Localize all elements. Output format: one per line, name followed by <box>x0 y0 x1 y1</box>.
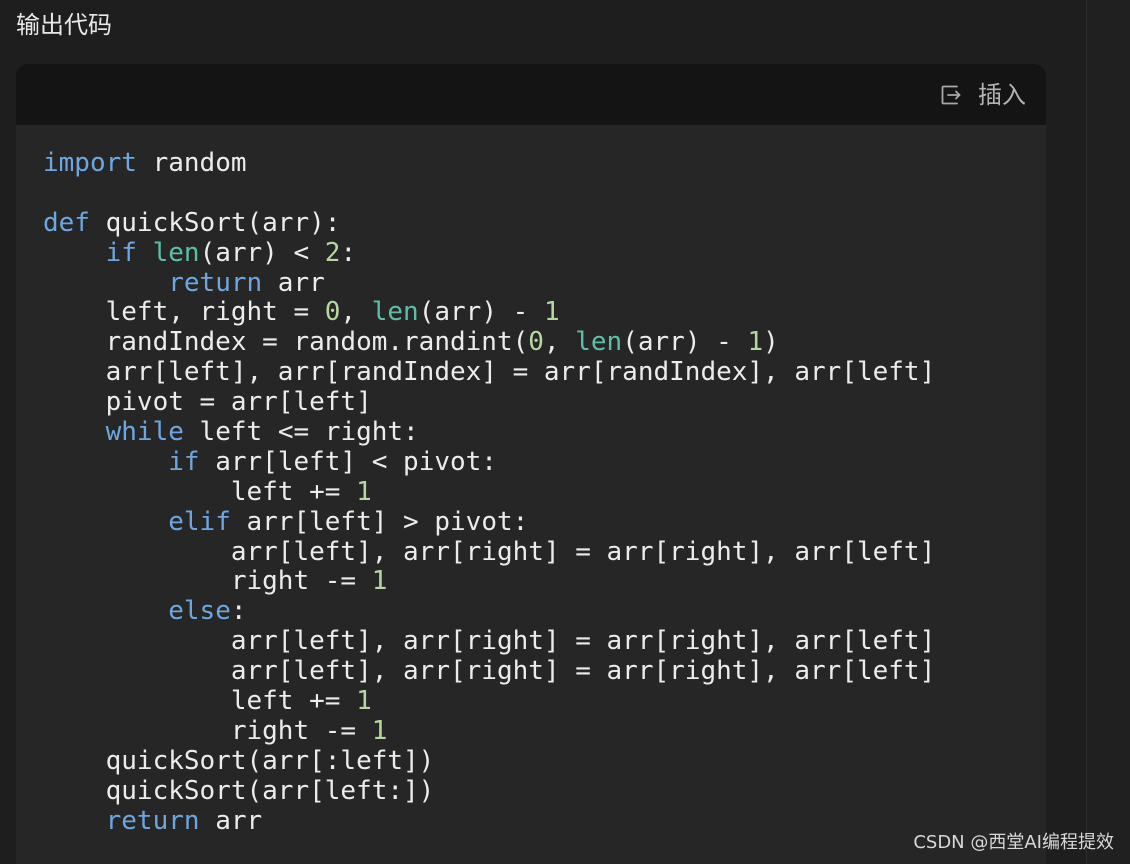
code-line: right -= 1 <box>43 715 935 747</box>
code-token: quickSort(arr): <box>89 207 341 238</box>
code-token: , <box>340 297 372 328</box>
code-token: len <box>371 297 419 328</box>
code-token: pivot = arr[left] <box>43 387 372 418</box>
code-line: arr[left], arr[right] = arr[right], arr[… <box>43 536 936 568</box>
code-content: import random def quickSort(arr): if len… <box>43 148 936 837</box>
code-line: return arr <box>43 805 935 837</box>
code-token: arr[left] > pivot: <box>230 506 529 537</box>
code-token: 1 <box>356 686 372 717</box>
code-token: randIndex = random.randint( <box>43 327 529 358</box>
code-token: arr[left], arr[right] = arr[right], arr[… <box>43 536 936 567</box>
code-body: import random def quickSort(arr): if len… <box>16 125 1046 864</box>
code-line: if len(arr) < 2: <box>43 237 935 269</box>
code-token: (arr) - <box>418 297 544 328</box>
code-token: quickSort(arr[:left]) <box>43 745 435 776</box>
code-token: right -= <box>43 715 372 746</box>
code-token: (arr) < <box>199 237 325 268</box>
code-line: if arr[left] < pivot: <box>43 446 935 478</box>
code-line: def quickSort(arr): <box>43 207 935 239</box>
insert-icon <box>938 82 964 108</box>
code-token: 1 <box>371 566 388 597</box>
code-token: random <box>136 148 247 178</box>
code-line: while left <= right: <box>43 417 935 448</box>
code-token: (arr) - <box>622 327 748 358</box>
code-token: 2 <box>324 237 341 268</box>
code-token: arr[left], arr[right] = arr[right], arr[… <box>43 626 936 657</box>
code-token: else <box>168 596 231 627</box>
code-token: while <box>105 417 184 448</box>
code-token: quickSort(arr[left:]) <box>43 775 435 806</box>
code-token: return <box>105 805 200 836</box>
watermark: CSDN @西堂AI编程提效 <box>913 832 1114 853</box>
code-token: : <box>340 237 357 268</box>
code-token: arr[left], arr[randIndex] = arr[randInde… <box>43 357 936 388</box>
code-line: quickSort(arr[left:]) <box>43 775 935 807</box>
code-line: arr[left], arr[right] = arr[right], arr[… <box>43 626 936 657</box>
code-token: left <= right: <box>183 417 419 448</box>
code-token: arr[left] < pivot: <box>199 446 497 477</box>
code-line: right -= 1 <box>43 567 935 597</box>
code-token: 1 <box>371 715 388 746</box>
code-line: else: <box>43 596 935 627</box>
code-token: 0 <box>324 297 341 328</box>
code-token: : <box>230 596 247 627</box>
code-token: 1 <box>543 297 560 328</box>
section-title: 输出代码 <box>16 11 112 39</box>
code-line: randIndex = random.randint(0, len(arr) -… <box>43 327 935 358</box>
code-token: left, right = <box>43 297 325 328</box>
code-token: 1 <box>356 476 372 507</box>
code-token: arr <box>262 267 325 298</box>
code-line: import random <box>43 148 935 179</box>
code-line: left += 1 <box>43 686 935 717</box>
code-line: left, right = 0, len(arr) - 1 <box>43 298 935 328</box>
code-token: if <box>105 237 137 268</box>
code-token: , <box>543 327 576 358</box>
code-line: quickSort(arr[:left]) <box>43 745 935 777</box>
code-token: len <box>575 327 623 358</box>
code-token: left += <box>43 686 357 717</box>
code-token: ) <box>763 327 779 358</box>
code-line: return arr <box>43 267 935 299</box>
right-panel-edge <box>1086 0 1130 864</box>
code-token: right -= <box>43 566 372 597</box>
code-token: arr <box>199 805 263 836</box>
code-token: 0 <box>528 327 544 358</box>
code-token: elif <box>168 506 231 537</box>
insert-label: 插入 <box>978 81 1026 109</box>
code-line: pivot = arr[left] <box>43 387 935 418</box>
code-line: arr[left], arr[right] = arr[right], arr[… <box>43 656 936 687</box>
code-token: arr[left], arr[right] = arr[right], arr[… <box>43 656 936 687</box>
code-token: import <box>43 148 137 178</box>
code-block: 插入 import random def quickSort(arr): if … <box>16 64 1046 864</box>
code-toolbar: 插入 <box>16 64 1046 125</box>
code-line: arr[left], arr[randIndex] = arr[randInde… <box>43 357 936 388</box>
code-token: 1 <box>747 327 764 358</box>
code-line: left += 1 <box>43 476 935 508</box>
code-token: def <box>43 207 90 238</box>
code-token: len <box>152 237 200 268</box>
code-line: elif arr[left] > pivot: <box>43 506 935 538</box>
code-token: if <box>168 446 200 477</box>
code-token: left += <box>43 476 357 507</box>
insert-button[interactable]: 插入 <box>938 77 1026 113</box>
code-token: return <box>168 267 263 298</box>
